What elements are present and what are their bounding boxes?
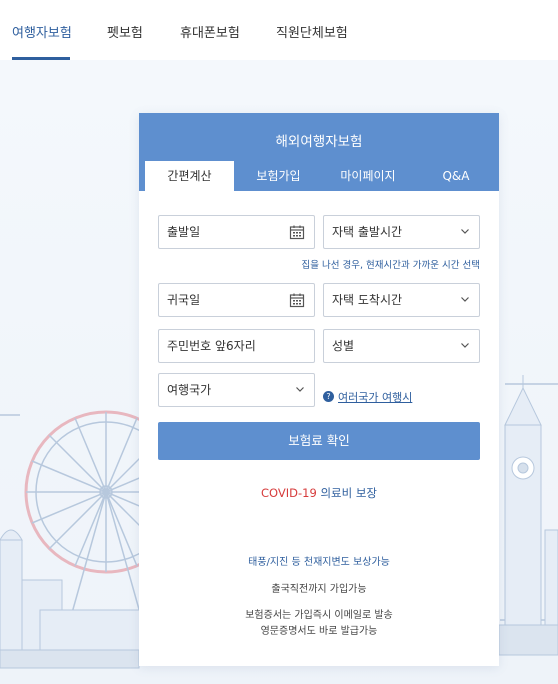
calendar-icon [289,225,305,240]
card-header: 해외여행자보험 간편계산 보험가입 마이페이지 Q&A [139,113,499,191]
chevron-down-icon [461,229,469,234]
gender-select[interactable]: 성별 [323,329,480,363]
departure-time-placeholder: 자택 출발시간 [332,225,403,239]
tab-travel-insurance[interactable]: 여행자보험 [12,22,72,41]
ssn-placeholder: 주민번호 앞6자리 [167,339,256,353]
check-premium-button[interactable]: 보험료 확인 [158,422,480,460]
tab-my-page[interactable]: 마이페이지 [323,161,413,191]
departure-hint: 집을 나선 경우, 현재시간과 가까운 시간 선택 [301,260,480,271]
gender-placeholder: 성별 [332,339,355,353]
country-placeholder: 여행국가 [167,383,212,397]
country-select[interactable]: 여행국가 [158,373,315,407]
arrival-time-select[interactable]: 자택 도착시간 [323,283,480,317]
chevron-down-icon [461,297,469,302]
medical-coverage-label: 의료비 보장 [320,486,377,500]
tab-quick-calc[interactable]: 간편계산 [145,161,234,191]
return-date-field[interactable]: 귀국일 [158,283,315,317]
departure-date-placeholder: 출발일 [167,225,201,239]
covid-label: COVID-19 [261,486,317,500]
promo-note-departure: 출국직전까지 가입가능 [271,584,367,595]
departure-time-select[interactable]: 자택 출발시간 [323,215,480,249]
card-title: 해외여행자보험 [275,134,363,150]
insurance-calculator-card: 해외여행자보험 간편계산 보험가입 마이페이지 Q&A 출발일 자택 출발시간 … [139,113,499,666]
tab-sign-up[interactable]: 보험가입 [234,161,323,191]
calendar-icon [289,293,305,308]
chevron-down-icon [296,387,304,392]
top-nav: 여행자보험 펫보험 휴대폰보험 직원단체보험 [0,0,558,60]
departure-date-field[interactable]: 출발일 [158,215,315,249]
arrival-time-placeholder: 자택 도착시간 [332,293,403,307]
tab-group-insurance[interactable]: 직원단체보험 [276,22,348,41]
ssn-input[interactable]: 주민번호 앞6자리 [158,329,315,363]
promo-note-disaster: 태풍/지진 등 천재지변도 보상가능 [248,557,390,568]
promo-note-english-cert: 영문증명서도 바로 발급가능 [260,626,378,637]
chevron-down-icon [461,343,469,348]
promo-note-email: 보험증서는 가입즉시 이메일로 발송 [245,610,393,621]
covid-coverage-text: COVID-19 의료비 보장 [139,485,499,501]
question-icon: ? [323,391,334,402]
tab-qna[interactable]: Q&A [413,161,499,191]
multi-country-link[interactable]: 여러국가 여행시 [338,389,412,405]
return-date-placeholder: 귀국일 [167,293,201,307]
tab-phone-insurance[interactable]: 휴대폰보험 [180,22,240,41]
tab-pet-insurance[interactable]: 펫보험 [107,22,143,41]
